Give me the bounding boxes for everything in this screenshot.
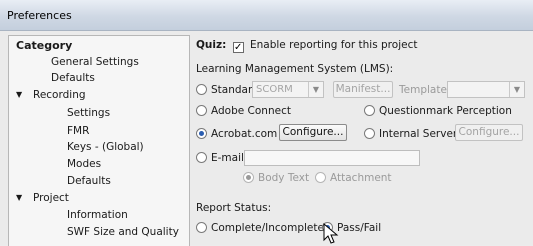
quiz-label: Quiz: bbox=[196, 39, 227, 51]
tree-item-general-settings[interactable]: General Settings bbox=[51, 54, 139, 70]
adobe-connect-radio[interactable] bbox=[196, 105, 207, 116]
standard-radio[interactable] bbox=[196, 84, 207, 95]
adobe-connect-label: Adobe Connect bbox=[211, 105, 291, 117]
tree-item-label: Information bbox=[67, 209, 128, 221]
tree-item-fmr[interactable]: FMR bbox=[67, 123, 89, 139]
tree-item-defaults[interactable]: Defaults bbox=[51, 70, 95, 86]
tree-item-recording-defaults[interactable]: Defaults bbox=[67, 173, 111, 189]
tree-item-keys-global[interactable]: Keys - (Global) bbox=[67, 139, 144, 155]
preferences-window: Preferences Category General Settings De… bbox=[0, 0, 533, 246]
acrobat-option[interactable]: Acrobat.com bbox=[196, 125, 277, 143]
questionmark-option[interactable]: Questionmark Perception bbox=[364, 102, 512, 120]
mouse-pointer-icon bbox=[323, 223, 339, 244]
window-title: Preferences bbox=[7, 9, 72, 22]
complete-incomplete-label: Complete/Incomplete bbox=[211, 222, 324, 234]
template-label: Template: bbox=[399, 84, 451, 96]
questionmark-radio[interactable] bbox=[364, 105, 375, 116]
acrobat-label: Acrobat.com bbox=[211, 128, 278, 140]
tree-item-label: Keys - (Global) bbox=[67, 141, 144, 153]
expand-arrow-icon[interactable]: ▼ bbox=[16, 87, 22, 103]
tree-item-label: Recording bbox=[33, 89, 86, 101]
attachment-radio[interactable] bbox=[315, 172, 326, 183]
email-radio[interactable] bbox=[196, 152, 207, 163]
enable-reporting-label: Enable reporting for this project bbox=[250, 39, 418, 51]
tree-item-label: Modes bbox=[67, 158, 102, 170]
standard-select[interactable]: SCORM ▼ bbox=[252, 81, 324, 98]
adobe-connect-option[interactable]: Adobe Connect bbox=[196, 102, 291, 120]
template-select[interactable]: ▼ bbox=[447, 81, 525, 98]
body-text-label: Body Text bbox=[258, 172, 310, 184]
complete-incomplete-option[interactable]: Complete/Incomplete bbox=[196, 219, 324, 237]
questionmark-label: Questionmark Perception bbox=[379, 105, 512, 117]
tree-item-label: Defaults bbox=[67, 175, 111, 187]
pass-fail-label: Pass/Fail bbox=[337, 222, 382, 234]
quiz-row: Quiz: ✓ Enable reporting for this projec… bbox=[196, 36, 417, 54]
category-panel: Category General Settings Defaults ▼ Rec… bbox=[8, 35, 190, 246]
tree-item-label: FMR bbox=[67, 125, 90, 137]
chevron-down-icon[interactable]: ▼ bbox=[308, 82, 323, 97]
title-bar[interactable]: Preferences bbox=[0, 0, 533, 31]
email-input[interactable] bbox=[244, 150, 420, 166]
acrobat-radio[interactable] bbox=[196, 128, 207, 139]
internal-server-option[interactable]: Internal Server bbox=[364, 125, 457, 143]
tree-item-settings[interactable]: Settings bbox=[67, 105, 110, 121]
chevron-down-icon[interactable]: ▼ bbox=[509, 82, 524, 97]
tree-item-information[interactable]: Information bbox=[67, 207, 128, 223]
body-text-option[interactable]: Body Text bbox=[243, 169, 309, 187]
tree-item-label: Defaults bbox=[51, 72, 95, 84]
tree-item-project[interactable]: ▼ Project bbox=[16, 190, 69, 206]
complete-incomplete-radio[interactable] bbox=[196, 222, 207, 233]
email-option[interactable]: E-mail: bbox=[196, 149, 247, 167]
tree-item-label: Project bbox=[33, 192, 69, 204]
tree-item-swf-size-quality[interactable]: SWF Size and Quality bbox=[67, 224, 179, 240]
email-label: E-mail: bbox=[211, 152, 248, 164]
lms-heading: Learning Management System (LMS): bbox=[196, 63, 394, 75]
tree-item-label: Settings bbox=[67, 107, 111, 119]
quiz-reporting-panel: Quiz: ✓ Enable reporting for this projec… bbox=[196, 35, 533, 245]
internal-server-radio[interactable] bbox=[364, 128, 375, 139]
attachment-label: Attachment bbox=[330, 172, 392, 184]
standard-select-value: SCORM bbox=[256, 84, 293, 95]
expand-arrow-icon[interactable]: ▼ bbox=[16, 190, 22, 206]
category-header: Category bbox=[16, 39, 73, 52]
tree-item-modes[interactable]: Modes bbox=[67, 156, 101, 172]
tree-item-recording[interactable]: ▼ Recording bbox=[16, 87, 86, 103]
internal-server-label: Internal Server bbox=[379, 128, 458, 140]
tree-item-label: General Settings bbox=[51, 56, 139, 68]
acrobat-configure-button[interactable]: Configure... bbox=[279, 124, 347, 141]
manifest-button[interactable]: Manifest... bbox=[333, 81, 393, 98]
enable-reporting-checkbox[interactable]: ✓ bbox=[232, 42, 244, 53]
internal-configure-button[interactable]: Configure... bbox=[455, 124, 523, 141]
tree-item-label: SWF Size and Quality bbox=[67, 226, 179, 238]
report-status-heading: Report Status: bbox=[196, 202, 272, 214]
body-text-radio[interactable] bbox=[243, 172, 254, 183]
attachment-option[interactable]: Attachment bbox=[315, 169, 392, 187]
